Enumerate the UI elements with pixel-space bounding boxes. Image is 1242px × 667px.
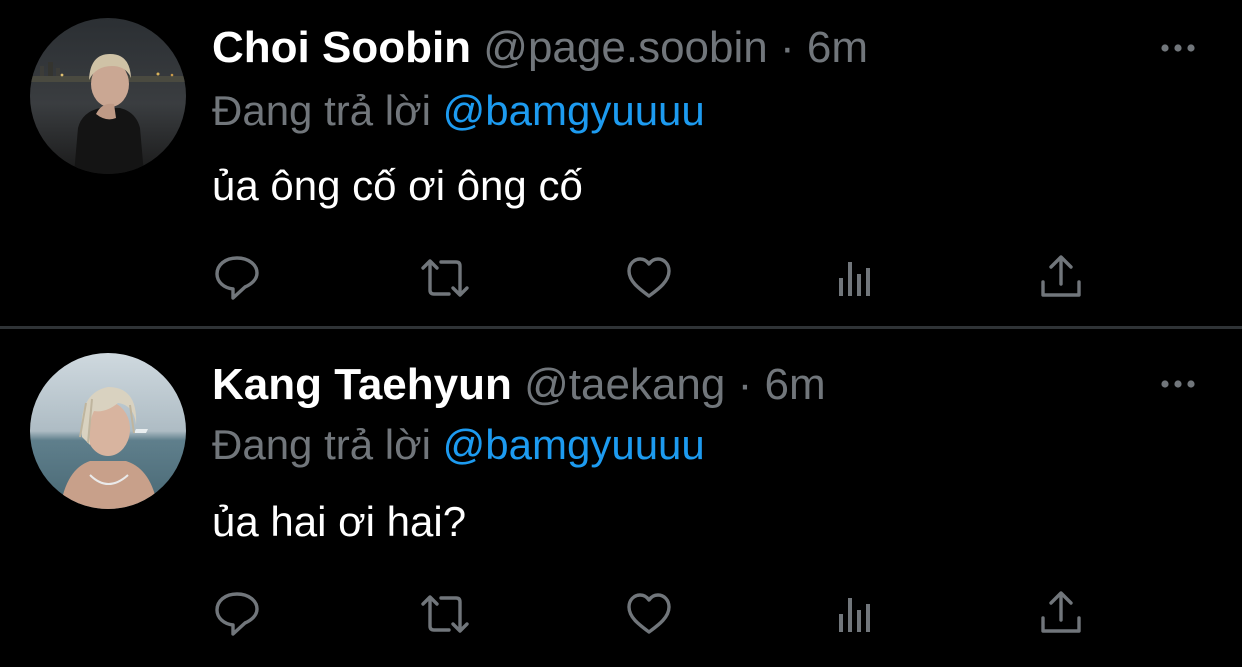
like-icon	[627, 593, 671, 634]
tweet-header: Choi Soobin @page.soobin · 6m	[212, 22, 868, 74]
separator-dot: ·	[737, 360, 753, 409]
tweet-text: ủa hai ơi hai?	[212, 498, 467, 545]
share-icon	[1041, 591, 1081, 633]
more-options-button[interactable]	[1158, 38, 1198, 58]
mention-link[interactable]: @bamgyuuuu	[443, 421, 705, 468]
reply-icon	[215, 256, 259, 300]
timestamp[interactable]: 6m	[807, 23, 868, 72]
replying-to: Đang trả lời @bamgyuuuu	[212, 86, 705, 136]
separator-dot: ·	[779, 23, 795, 72]
like-button[interactable]	[621, 250, 677, 306]
like-icon	[627, 257, 671, 298]
more-options-button[interactable]	[1158, 374, 1198, 394]
share-button[interactable]	[1033, 250, 1089, 306]
tweet-text: ủa ông cố ơi ông cố	[212, 162, 583, 209]
avatar[interactable]	[30, 353, 186, 509]
more-icon	[1161, 380, 1195, 388]
tweet[interactable]: Choi Soobin @page.soobin · 6m Đang trả l…	[0, 0, 1242, 326]
mention-link[interactable]: @bamgyuuuu	[443, 87, 705, 134]
replying-prefix: Đang trả lời	[212, 87, 431, 134]
avatar-photo	[30, 18, 186, 174]
share-icon	[1041, 255, 1081, 297]
tweet-header: Kang Taehyun @taekang · 6m	[212, 359, 826, 411]
retweet-button[interactable]	[417, 586, 473, 642]
reply-button[interactable]	[209, 250, 265, 306]
views-button[interactable]	[828, 250, 884, 306]
reply-button[interactable]	[209, 586, 265, 642]
share-button[interactable]	[1033, 586, 1089, 642]
replying-to: Đang trả lời @bamgyuuuu	[212, 420, 705, 470]
avatar-photo	[30, 353, 186, 509]
timestamp[interactable]: 6m	[765, 360, 826, 409]
handle[interactable]: @page.soobin	[483, 23, 767, 72]
display-name[interactable]: Kang Taehyun	[212, 360, 512, 409]
views-icon	[839, 262, 870, 296]
views-button[interactable]	[828, 586, 884, 642]
more-icon	[1161, 44, 1195, 52]
avatar[interactable]	[30, 18, 186, 174]
reply-feed: Choi Soobin @page.soobin · 6m Đang trả l…	[0, 0, 1242, 667]
reply-icon	[215, 592, 259, 636]
views-icon	[839, 598, 870, 632]
handle[interactable]: @taekang	[524, 360, 725, 409]
replying-prefix: Đang trả lời	[212, 421, 431, 468]
like-button[interactable]	[621, 586, 677, 642]
retweet-icon	[421, 595, 469, 633]
tweet[interactable]: Kang Taehyun @taekang · 6m Đang trả lời …	[0, 329, 1242, 667]
display-name[interactable]: Choi Soobin	[212, 23, 471, 72]
tweet-actions	[0, 586, 1242, 642]
tweet-actions	[0, 250, 1242, 306]
retweet-icon	[421, 259, 469, 297]
retweet-button[interactable]	[417, 250, 473, 306]
